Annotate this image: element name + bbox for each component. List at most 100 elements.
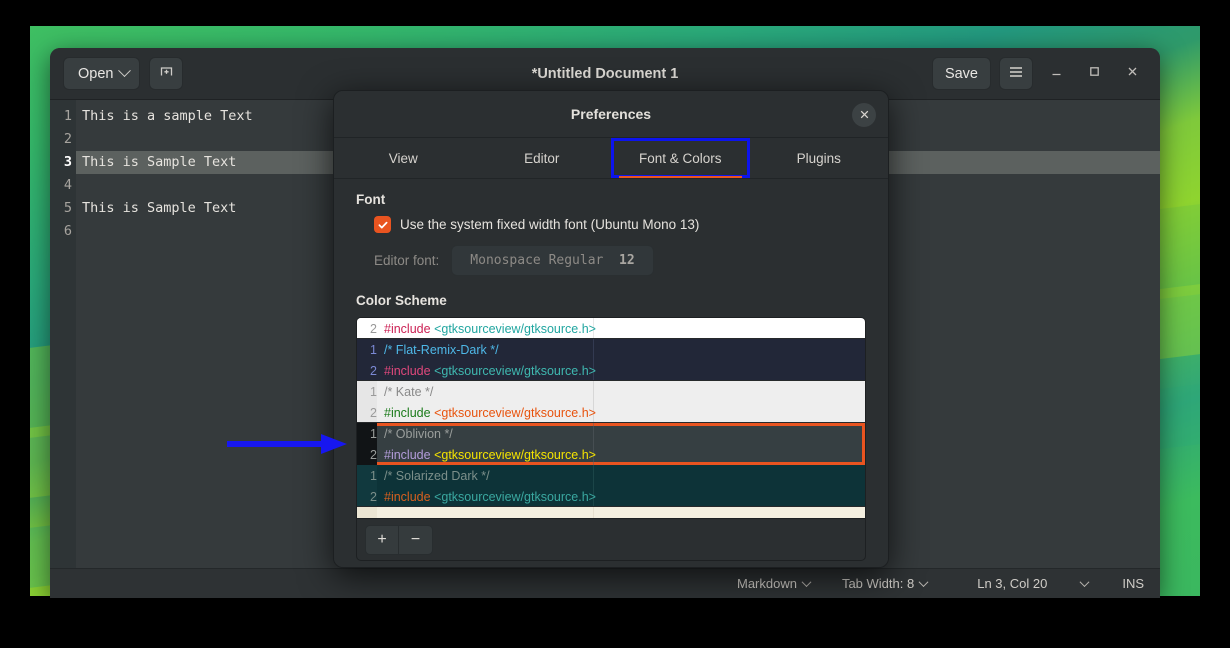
preview-line-number: 1 [361,465,377,486]
editor-font-row: Editor font: Monospace Regular 12 [374,245,866,276]
new-document-icon [158,63,175,84]
preview-line: 1 /* Kate */ [361,381,596,402]
cursor-position-selector[interactable]: Ln 3, Col 20 [943,576,1104,591]
chevron-down-icon [919,577,929,587]
preview-code: #include <gtksourceview/gtksource.h> [377,444,596,465]
preferences-title: Preferences [571,106,651,122]
preview-code: /* Flat-Remix-Dark */ [377,339,499,360]
preferences-header: Preferences [334,91,888,138]
preview-directive: #include [384,490,431,504]
save-button-label: Save [945,66,978,82]
minus-icon: − [411,531,420,549]
hamburger-menu-button[interactable] [999,57,1033,90]
chevron-down-icon [802,577,812,587]
tab-label: Editor [524,151,559,166]
line-number: 4 [50,174,76,197]
cursor-position-label: Ln 3, Col 20 [977,576,1047,591]
color-scheme-item[interactable]: 1 /* Solarized Dark */ 2#include <gtksourc… [357,465,865,507]
line-number: 3 [50,151,76,174]
chevron-down-icon [119,64,132,77]
remove-scheme-button[interactable]: − [399,525,433,555]
tab-editor[interactable]: Editor [473,138,612,178]
line-number: 2 [50,128,76,151]
preview-code: /* Solarized Dark */ [377,465,490,486]
line-number: 5 [50,197,76,220]
maximize-button[interactable] [1079,59,1109,89]
color-scheme-actions: + − [357,518,865,560]
preview-directive: #include [384,322,431,336]
chevron-down-icon [1080,577,1090,587]
preview-line-number: 1 [361,381,377,402]
system-font-checkbox[interactable] [374,216,391,233]
preview-line-number: 1 [361,423,377,444]
minimize-icon [1050,65,1063,82]
preview-line: 2#include <gtksourceview/gtksource.h> [361,486,596,507]
color-scheme-item[interactable]: 2#include <gtksourceview/gtksource.h> [357,318,865,339]
preview-line-number: 2 [361,444,377,465]
preview-string: <gtksourceview/gtksource.h> [434,448,596,462]
preview-string: <gtksourceview/gtksource.h> [434,364,596,378]
preview-line: 2#include <gtksourceview/gtksource.h> [361,444,596,465]
preview-code: /* Kate */ [377,381,433,402]
insert-mode-label: INS [1122,576,1144,591]
preferences-close-button[interactable] [852,103,876,127]
insert-mode-indicator: INS [1104,576,1146,591]
tab-width-selector[interactable]: Tab Width: 8 [826,576,943,591]
line-number: 1 [50,105,76,128]
preview-line: 1 /* Oblivion */ [361,423,596,444]
preferences-content: Font Use the system fixed width font (Ub… [334,179,888,567]
preview-line: 2#include <gtksourceview/gtksource.h> [361,402,596,423]
tab-width-label: Tab Width: 8 [842,576,914,591]
preview-line-number: 2 [361,360,377,381]
check-icon [377,219,389,231]
tab-font-colors[interactable]: Font & Colors [611,138,750,178]
line-number-gutter: 123456 [50,100,76,568]
editor-font-label: Editor font: [374,253,439,268]
editor-font-button[interactable]: Monospace Regular 12 [451,245,653,276]
color-scheme-item[interactable]: 1 /* Kate */ 2#include <gtksourceview/gtks… [357,381,865,423]
minimize-button[interactable] [1041,59,1071,89]
font-section-title: Font [356,192,866,207]
tab-plugins[interactable]: Plugins [750,138,889,178]
save-button[interactable]: Save [932,57,991,90]
color-scheme-list[interactable]: 2#include <gtksourceview/gtksource.h>1/*… [357,318,865,518]
tab-view[interactable]: View [334,138,473,178]
hamburger-menu-icon [1008,65,1024,83]
close-icon [1126,65,1139,82]
color-scheme-item[interactable] [357,507,865,518]
header-right-controls: Save [932,57,1147,90]
preview-string: <gtksourceview/gtksource.h> [434,322,596,336]
close-button[interactable] [1117,59,1147,89]
preview-line: 1 /* Solarized Dark */ [361,465,596,486]
preview-directive: #include [384,406,431,420]
preview-code: #include <gtksourceview/gtksource.h> [377,402,596,423]
preview-line-number: 2 [361,318,377,339]
preview-line-number: 1 [361,339,377,360]
language-selector[interactable]: Markdown [721,576,826,591]
preview-comment: /* Flat-Remix-Dark */ [384,343,499,357]
preview-code: #include <gtksourceview/gtksource.h> [377,486,596,507]
add-scheme-button[interactable]: + [365,525,399,555]
color-scheme-item[interactable]: 1 /* Flat-Remix-Dark */ 2#include <gtksour… [357,339,865,381]
status-bar: Markdown Tab Width: 8 Ln 3, Col 20 INS [50,568,1160,598]
preview-comment: /* Kate */ [384,385,433,399]
color-scheme-item[interactable]: 1/* Oblivion */2#include <gtksourceview/… [357,423,865,465]
preview-code: #include <gtksourceview/gtksource.h> [377,318,596,339]
language-label: Markdown [737,576,797,591]
preview-comment: /* Oblivion */ [384,427,453,441]
new-document-button[interactable] [149,57,183,90]
preview-line-number: 2 [361,402,377,423]
screen: Open *Untitled Document 1 Save [0,0,1230,648]
preview-comment: /* Solarized Dark */ [384,469,490,483]
preview-line: 2#include <gtksourceview/gtksource.h> [361,360,596,381]
system-font-checkbox-row[interactable]: Use the system fixed width font (Ubuntu … [374,216,866,233]
open-button[interactable]: Open [63,57,140,90]
preview-line: 1 /* Flat-Remix-Dark */ [361,339,596,360]
preferences-tab-bar: View Editor Font & Colors Plugins [334,138,888,179]
preferences-dialog: Preferences View Editor Font & Colors Plugi… [333,90,889,568]
tab-label: Plugins [797,151,841,166]
preview-string: <gtksourceview/gtksource.h> [434,490,596,504]
preview-directive: #include [384,448,431,462]
tab-label: View [389,151,418,166]
system-font-checkbox-label: Use the system fixed width font (Ubuntu … [400,217,699,232]
